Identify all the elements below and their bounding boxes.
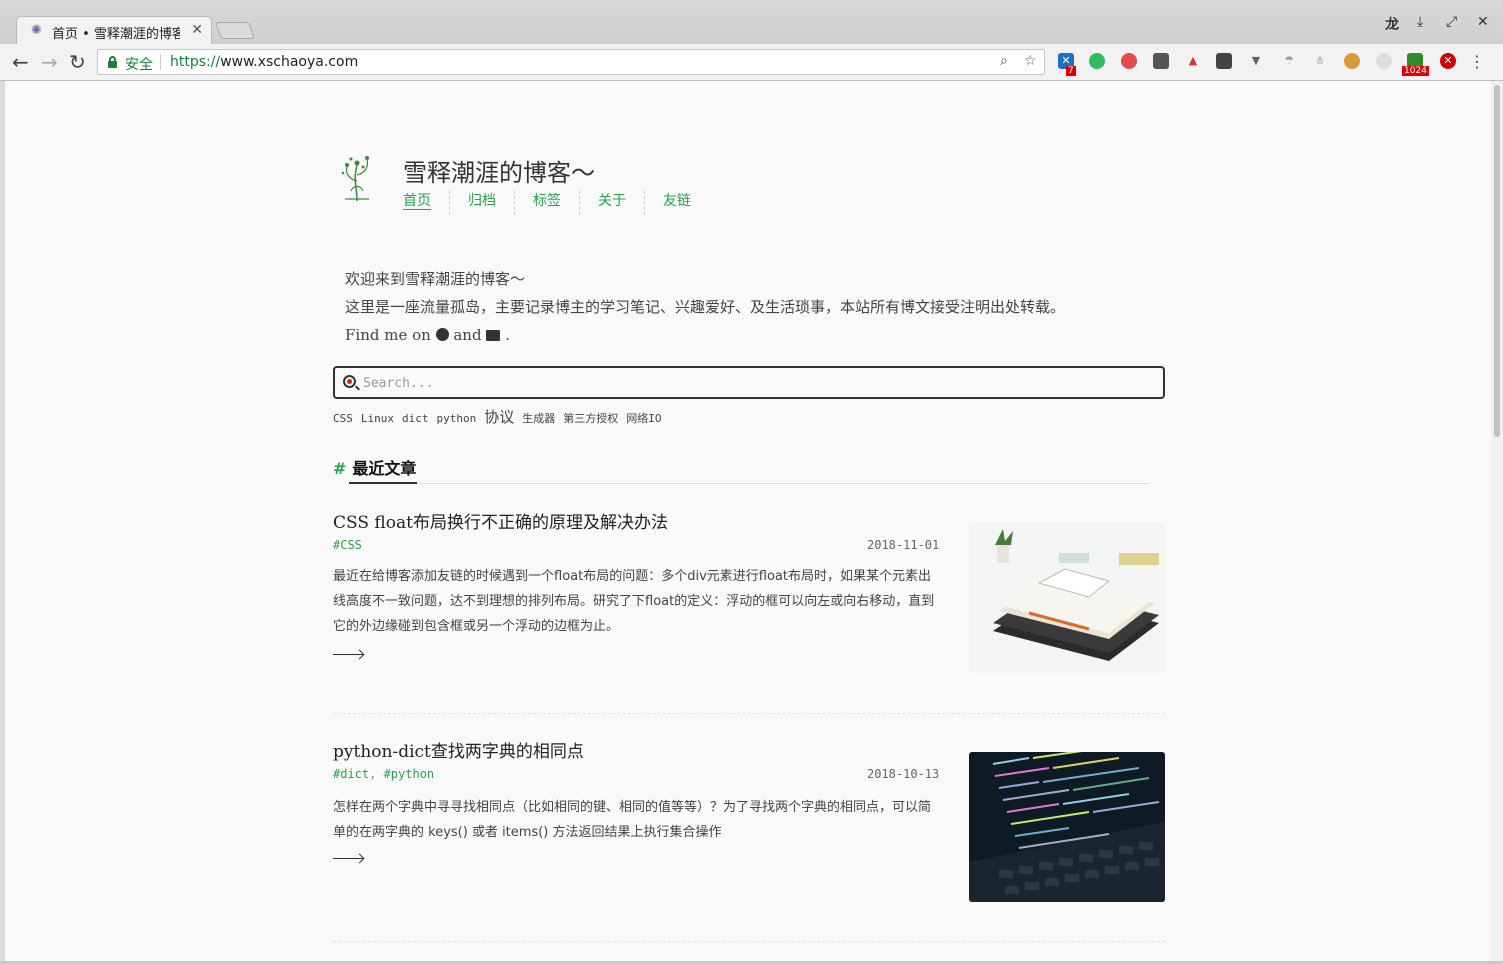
- browser-titlebar: ✺ 首页 • 雪释潮涯的博客 ✕ 龙 ⤓ ⤢ ✕: [0, 0, 1503, 44]
- tag-protocol[interactable]: 协议: [484, 406, 514, 427]
- ublock-shield-icon[interactable]: [1153, 53, 1169, 69]
- post-tag-link[interactable]: #python: [384, 767, 435, 781]
- nav-about[interactable]: 关于: [579, 191, 644, 215]
- email-icon[interactable]: [486, 330, 501, 341]
- maximize-icon[interactable]: ⤢: [1446, 14, 1457, 30]
- extension-tree-icon[interactable]: ⋔: [1312, 53, 1328, 69]
- scrollbar-thumb[interactable]: [1494, 85, 1500, 437]
- post-date: 2018-10-13: [867, 767, 940, 781]
- extension-block-icon[interactable]: ✕: [1440, 53, 1456, 69]
- heading-text: 最近文章: [352, 459, 417, 478]
- page-scrollbar[interactable]: [1491, 81, 1503, 961]
- search-icon: [343, 375, 356, 388]
- tag-linux[interactable]: Linux: [361, 412, 394, 425]
- bookmark-star-icon[interactable]: ☆: [1024, 53, 1037, 69]
- secure-label: 安全: [125, 57, 153, 73]
- tag-css[interactable]: CSS: [333, 412, 353, 425]
- cookie-icon[interactable]: [1344, 53, 1360, 69]
- tag-dict[interactable]: dict: [402, 412, 429, 425]
- intro-welcome: 欢迎来到雪释潮涯的博客～: [345, 270, 526, 288]
- profile-icon[interactable]: 龙: [1385, 14, 1399, 34]
- post-excerpt: 最近在给博客添加友链的时候遇到一个float布局的问题：多个div元素进行flo…: [333, 569, 935, 634]
- minimize-icon[interactable]: ⤓: [1417, 14, 1423, 30]
- tag-cloud: CSS Linux dict python 协议 生成器 第三方授权 网络IO: [333, 406, 670, 427]
- extension-mountain-icon[interactable]: ▲: [1185, 53, 1201, 69]
- extension-umbrella-icon[interactable]: ☂: [1281, 53, 1297, 69]
- nav-archive[interactable]: 归档: [449, 191, 514, 215]
- post-excerpt: 怎样在两个字典中寻寻找相同点（比如相同的键、相同的值等等）？为了寻找两个字典的相…: [333, 800, 932, 840]
- nav-links[interactable]: 友链: [644, 191, 709, 215]
- nav-tags[interactable]: 标签: [514, 191, 579, 215]
- main-nav: 首页 归档 标签 关于 友链: [403, 191, 709, 215]
- extension-grey-circle-icon[interactable]: [1376, 53, 1392, 69]
- new-tab-button[interactable]: [214, 22, 256, 39]
- site-logo[interactable]: [339, 151, 375, 203]
- github-icon[interactable]: [435, 328, 449, 341]
- site-title[interactable]: 雪释潮涯的博客～: [403, 153, 595, 188]
- site-favicon-icon: ✺: [31, 23, 42, 38]
- evernote-icon[interactable]: [1089, 53, 1105, 69]
- find-me-end: .: [505, 326, 510, 344]
- post-tag-separator: ,: [369, 767, 384, 781]
- post-title[interactable]: python-dict查找两字典的相同点: [333, 737, 584, 762]
- post-divider: [333, 941, 1165, 942]
- address-separator: [160, 54, 161, 70]
- intro-description: 这里是一座流量孤岛，主要记录博主的学习笔记、兴趣爱好、及生活琐事，本站所有博文接…: [345, 298, 1066, 316]
- vue-devtools-icon[interactable]: ▼: [1248, 53, 1264, 69]
- post-thumbnail-code[interactable]: [969, 752, 1165, 902]
- zoom-search-icon[interactable]: ⌕: [1000, 53, 1008, 69]
- read-more-arrow-icon[interactable]: [333, 853, 365, 863]
- section-divider: [349, 483, 1149, 484]
- page-viewport: 雪释潮涯的博客～ 首页 归档 标签 关于 友链 欢迎来到雪释潮涯的博客～ 这里是…: [5, 81, 1491, 961]
- tab-title: 首页 • 雪释潮涯的博客: [52, 27, 180, 42]
- find-me-prefix: Find me on: [345, 326, 431, 344]
- post-card: python-dict查找两字典的相同点 #dict, #python 2018…: [333, 737, 1165, 917]
- heading-hash: #: [333, 459, 347, 478]
- post-divider: [333, 713, 1165, 714]
- extension-badge: 7: [1066, 66, 1076, 76]
- extension-counter-badge: 1024: [1402, 66, 1429, 76]
- browser-menu-icon[interactable]: ⋮: [1469, 52, 1485, 71]
- nav-home[interactable]: 首页: [403, 191, 449, 215]
- window-close-icon[interactable]: ✕: [1477, 14, 1489, 30]
- reload-icon[interactable]: ↻: [69, 50, 86, 74]
- post-title[interactable]: CSS float布局换行不正确的原理及解决办法: [333, 508, 668, 533]
- address-bar[interactable]: 安全 https://www.xschaoya.com ⌕ ☆: [97, 49, 1045, 75]
- search-input[interactable]: [363, 372, 1153, 394]
- search-box: [333, 366, 1165, 399]
- url-scheme: https://: [170, 54, 221, 70]
- intro-find-me: Find me on and .: [345, 321, 1065, 349]
- extension-red-icon[interactable]: [1121, 53, 1137, 69]
- lock-icon: [108, 56, 117, 68]
- url-host: www.xschaoya.com: [220, 54, 359, 70]
- post-tags: #CSS: [333, 538, 362, 552]
- extension-robot-icon[interactable]: [1216, 53, 1232, 69]
- post-thumbnail-books[interactable]: [969, 523, 1165, 673]
- browser-toolbar: ← → ↻ 安全 https://www.xschaoya.com ⌕ ☆ ✕ …: [0, 44, 1503, 81]
- tab-close-icon[interactable]: ✕: [191, 22, 203, 38]
- intro-text: 欢迎来到雪释潮涯的博客～ 这里是一座流量孤岛，主要记录博主的学习笔记、兴趣爱好、…: [345, 265, 1065, 349]
- post-tags: #dict, #python: [333, 767, 434, 781]
- post-tag-link[interactable]: #CSS: [333, 538, 362, 552]
- tag-network-io[interactable]: 网络IO: [626, 410, 661, 426]
- read-more-arrow-icon[interactable]: [333, 649, 365, 659]
- tag-python[interactable]: python: [437, 412, 477, 425]
- tag-oauth[interactable]: 第三方授权: [563, 410, 618, 426]
- back-arrow-icon[interactable]: ←: [12, 50, 29, 74]
- browser-tab-active[interactable]: ✺ 首页 • 雪释潮涯的博客 ✕: [16, 16, 212, 44]
- tag-generator[interactable]: 生成器: [522, 410, 555, 426]
- post-card: CSS float布局换行不正确的原理及解决办法 #CSS 2018-11-01…: [333, 508, 1165, 688]
- forward-arrow-icon[interactable]: →: [41, 50, 58, 74]
- post-date: 2018-11-01: [867, 538, 940, 552]
- recent-posts-heading: # 最近文章: [333, 455, 416, 479]
- find-me-and: and: [453, 326, 482, 344]
- section-divider-accent: [349, 482, 417, 484]
- post-tag-link[interactable]: #dict: [333, 767, 369, 781]
- url-text[interactable]: https://www.xschaoya.com: [170, 54, 358, 70]
